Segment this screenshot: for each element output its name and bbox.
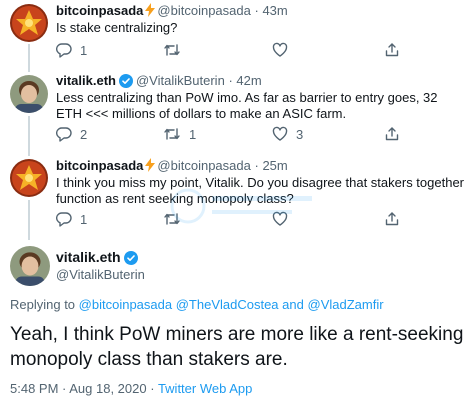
heart-icon	[272, 126, 288, 142]
retweet-icon	[163, 126, 181, 142]
replying-and: and	[282, 297, 304, 312]
verified-badge-icon	[123, 251, 138, 268]
thread-line	[28, 116, 30, 156]
thread-line	[28, 44, 30, 72]
tweet-text: Less centralizing than PoW imo. As far a…	[56, 90, 438, 121]
lightning-bolt-icon	[145, 3, 156, 21]
tweet-1[interactable]: bitcoinpasada @bitcoinpasada · 43m Is sta…	[0, 0, 474, 72]
author-name[interactable]: bitcoinpasada	[56, 3, 143, 18]
mention-link[interactable]: @bitcoinpasada	[79, 297, 172, 312]
separator-dot: ·	[254, 158, 259, 173]
share-button[interactable]	[384, 211, 400, 227]
author-name[interactable]: vitalik.eth	[56, 73, 116, 88]
share-icon	[384, 126, 400, 142]
mention-link[interactable]: @TheVladCostea	[176, 297, 279, 312]
retweet-button[interactable]	[163, 42, 189, 58]
avatar-bitcoinpasada[interactable]	[10, 159, 48, 197]
like-count: 3	[296, 126, 304, 142]
tweet-header: bitcoinpasada @bitcoinpasada · 25m	[56, 158, 288, 176]
retweet-button[interactable]: 1	[163, 126, 196, 142]
tweet-timestamp[interactable]: 5:48 PM · Aug 18, 2020 ·	[10, 381, 155, 396]
tweet-meta: 5:48 PM · Aug 18, 2020 · Twitter Web App	[10, 381, 252, 396]
reply-icon	[56, 126, 72, 142]
reply-button[interactable]: 1	[56, 42, 87, 58]
separator-dot: ·	[228, 73, 233, 88]
author-handle[interactable]: @VitalikButerin	[136, 73, 225, 88]
main-tweet-text: Yeah, I think PoW miners are more like a…	[10, 324, 464, 370]
share-button[interactable]	[384, 126, 400, 142]
avatar-vitalik[interactable]	[10, 75, 48, 113]
avatar-vitalik[interactable]	[10, 246, 50, 286]
replying-prefix: Replying to	[10, 297, 76, 312]
tweet-actions: 2 1 3	[56, 126, 399, 144]
retweet-count: 1	[189, 126, 197, 142]
mention-link[interactable]: @VladZamfir	[308, 297, 384, 312]
lightning-bolt-icon	[145, 158, 156, 176]
separator-dot: ·	[254, 3, 259, 18]
tweet-2[interactable]: vitalik.eth @VitalikButerin · 42m Less ce…	[0, 70, 474, 156]
heart-icon	[272, 42, 288, 58]
author-handle[interactable]: @VitalikButerin	[56, 267, 145, 282]
author-name[interactable]: bitcoinpasada	[56, 158, 143, 173]
reply-count: 1	[80, 42, 88, 58]
retweet-icon	[163, 42, 181, 58]
tweet-source[interactable]: Twitter Web App	[158, 381, 252, 396]
author-handle[interactable]: @bitcoinpasada	[157, 158, 250, 173]
share-button[interactable]	[384, 42, 400, 58]
tweet-time[interactable]: 25m	[262, 158, 287, 173]
author-name: vitalik.eth	[56, 249, 141, 268]
watermark-logo	[168, 186, 318, 226]
tweet-time[interactable]: 42m	[236, 73, 261, 88]
reply-count: 2	[80, 126, 88, 142]
share-icon	[384, 211, 400, 227]
reply-button[interactable]: 2	[56, 126, 87, 142]
tweet-text: Is stake centralizing?	[56, 20, 178, 35]
share-icon	[384, 42, 400, 58]
like-button[interactable]	[272, 42, 296, 58]
author-name-text[interactable]: vitalik.eth	[56, 249, 121, 265]
thread-line	[28, 200, 30, 240]
avatar-bitcoinpasada[interactable]	[10, 4, 48, 42]
author-handle[interactable]: @bitcoinpasada	[157, 3, 250, 18]
tweet-time[interactable]: 43m	[262, 3, 287, 18]
reply-icon	[56, 211, 72, 227]
reply-icon	[56, 42, 72, 58]
like-button[interactable]: 3	[272, 126, 303, 142]
tweet-header: bitcoinpasada @bitcoinpasada · 43m	[56, 3, 288, 21]
reply-button[interactable]: 1	[56, 211, 87, 227]
replying-to: Replying to @bitcoinpasada @TheVladCoste…	[10, 297, 384, 312]
reply-count: 1	[80, 211, 88, 227]
main-tweet: vitalik.eth @VitalikButerin Replying to …	[0, 240, 474, 406]
tweet-actions: 1	[56, 42, 399, 60]
